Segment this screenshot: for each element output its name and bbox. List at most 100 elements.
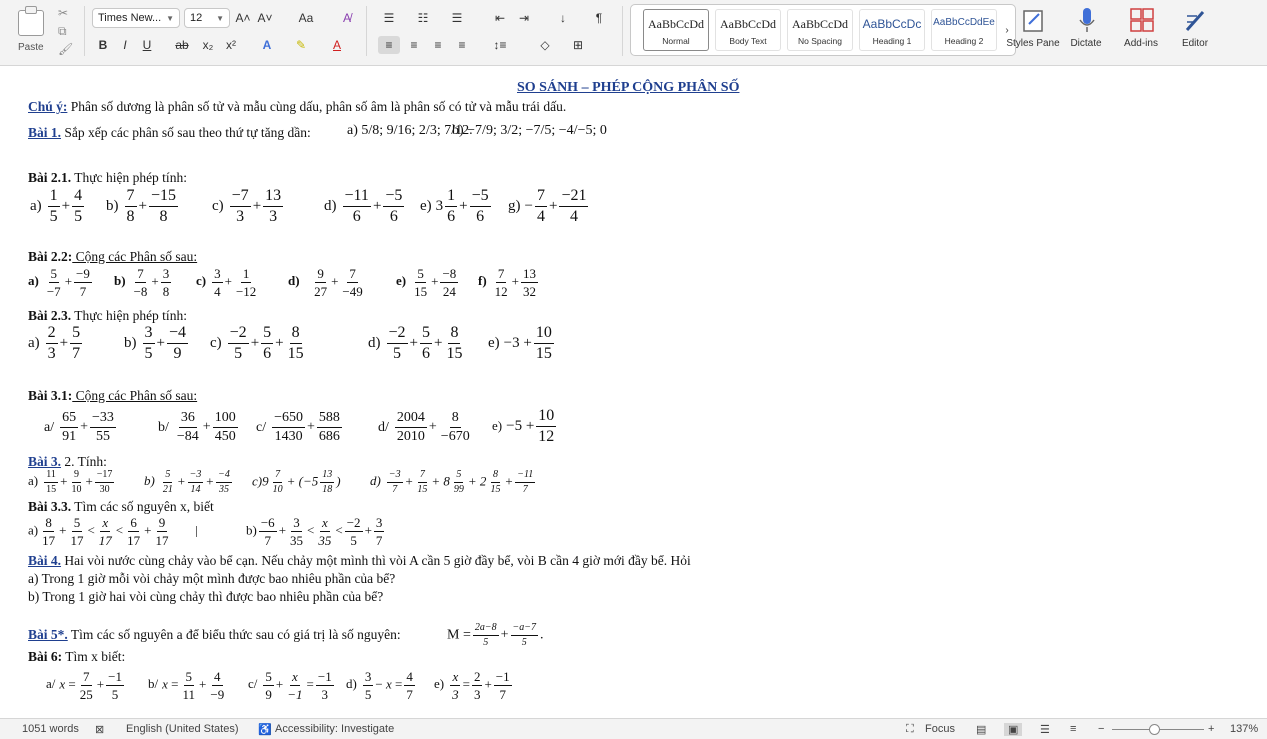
draft-view-icon[interactable]: ≡ <box>1070 723 1076 735</box>
align-center-icon[interactable]: ≡ <box>404 36 424 54</box>
item-label: e) <box>434 676 445 692</box>
item-label: d) <box>346 676 357 692</box>
change-case-button[interactable]: Aa <box>293 9 319 27</box>
styles-pane-label: Styles Pane <box>1006 38 1060 49</box>
web-layout-icon[interactable]: ▣ <box>1004 723 1023 736</box>
zoom-slider-handle[interactable] <box>1149 724 1161 735</box>
exercise-3-3: Bài 3.3. Tìm các số nguyên x, biết <box>28 499 214 515</box>
highlight-icon[interactable]: ✎ <box>290 36 312 54</box>
zoom-out-button[interactable]: − <box>1098 723 1104 735</box>
editor-label: Editor <box>1181 38 1209 49</box>
item-label: b) <box>144 473 155 489</box>
b5-expression: M = 2a−8 5 + −a−7 5. <box>447 622 544 648</box>
b6-b: b/x = 5 11 +4 −9 <box>148 669 225 702</box>
exercise-text: Tìm x biết: <box>62 649 126 664</box>
paste-label: Paste <box>18 42 44 53</box>
document-page[interactable]: SO SÁNH – PHÉP CỘNG PHÂN SỐ Chú ý: Phân … <box>0 66 1267 718</box>
style-name: Heading 2 <box>944 36 984 46</box>
exercise-text: Cộng các Phân số sau: <box>72 249 198 264</box>
clear-format-icon[interactable]: A̸ <box>338 9 356 27</box>
b33-a: a) 8 17 +5 17 < x 17 <6 17 +9 17 | <box>28 515 198 548</box>
borders-icon[interactable]: ⊞ <box>566 36 590 54</box>
exercise-text: Tìm các số nguyên a để biểu thức sau có … <box>67 627 401 642</box>
exercise-label: Bài 2.2: <box>28 249 73 264</box>
strikethrough-button[interactable]: ab <box>173 36 191 54</box>
exercise-3: Bài 3. 2. Tính: <box>28 454 107 470</box>
b3-a: a) 11 15 +9 10 + −17 30 <box>28 469 115 495</box>
style-heading-2[interactable]: AaBbCcDdEe Heading 2 <box>931 9 997 51</box>
bullets-icon[interactable]: ☰ <box>378 9 400 27</box>
styles-pane-button[interactable]: Styles Pane <box>1006 4 1060 62</box>
exercise-1: Bài 1. Sắp xếp các phân số sau theo thứ … <box>28 125 311 141</box>
style-heading-1[interactable]: AaBbCcDc Heading 1 <box>859 9 925 51</box>
multilevel-list-icon[interactable]: ☰ <box>446 9 468 27</box>
accessibility-status[interactable]: Accessibility: Investigate <box>275 723 394 735</box>
font-size-value: 12 <box>190 12 203 24</box>
grow-font-button[interactable]: A˄ <box>235 9 251 27</box>
b22-b: b) 7 −8 +3 8 <box>114 266 172 299</box>
b23-d: d) −2 5 +5 6 +8 15 <box>368 324 463 362</box>
item-label: b) <box>114 273 126 289</box>
dictate-button[interactable]: Dictate <box>1059 4 1113 62</box>
font-color-icon[interactable]: A <box>326 36 348 54</box>
b21-a: a) 1 5 +4 5 <box>30 187 85 225</box>
language-status[interactable]: English (United States) <box>126 723 239 735</box>
b22-a: a) 5 −7 + −9 7 <box>28 266 92 299</box>
b21-d: d) −11 6 + −5 6 <box>324 187 405 225</box>
line-spacing-icon[interactable]: ↕≡ <box>486 36 514 54</box>
b33-b: b) −6 7 +3 35 < x 35 < −2 5 +3 7 <box>246 515 385 548</box>
exercise-label: Bài 2.1. <box>28 170 72 185</box>
italic-button[interactable]: I <box>118 36 132 54</box>
zoom-level[interactable]: 137% <box>1230 723 1258 735</box>
b3-b: b) 5 21 + −3 14 + −4 35 <box>144 469 232 495</box>
show-marks-icon[interactable]: ¶ <box>592 9 606 27</box>
copy-icon[interactable]: ⧉ <box>58 24 67 39</box>
shrink-font-button[interactable]: A˅ <box>257 9 273 27</box>
shading-icon[interactable]: ◇ <box>534 36 556 54</box>
item-label: b) <box>106 197 119 214</box>
bold-button[interactable]: B <box>96 36 110 54</box>
b31-e: e) −5 +10 12 <box>492 407 557 445</box>
font-size-select[interactable]: 12 ▼ <box>184 8 230 28</box>
zoom-in-button[interactable]: + <box>1208 723 1214 735</box>
superscript-button[interactable]: x² <box>223 36 239 54</box>
editor-button[interactable]: Editor <box>1168 4 1222 62</box>
word-count[interactable]: 1051 words <box>22 723 79 735</box>
format-painter-icon[interactable]: 🖌 <box>58 42 73 56</box>
item-label: d) <box>324 197 337 214</box>
subscript-button[interactable]: x₂ <box>200 36 216 54</box>
note-text: Phân số dương là phân số tử và mẫu cùng … <box>67 99 567 114</box>
addins-button[interactable]: Add-ins <box>1114 4 1168 62</box>
exercise-label: Bài 3.3. <box>28 499 72 514</box>
item-label: c) <box>196 273 207 289</box>
exercise-label: Bài 5*. <box>28 627 68 642</box>
style-body-text[interactable]: AaBbCcDd Body Text <box>715 9 781 51</box>
exercise-text: Thực hiện phép tính: <box>71 308 187 323</box>
outline-view-icon[interactable]: ☰ <box>1040 723 1050 736</box>
justify-icon[interactable]: ≡ <box>452 36 472 54</box>
dictate-label: Dictate <box>1070 38 1102 49</box>
focus-button[interactable]: Focus <box>925 723 955 735</box>
item-label: b) <box>124 334 137 351</box>
b6-d: d) 3 5− x = 4 7 <box>346 669 415 702</box>
clipboard-icon <box>18 6 44 36</box>
item-label: b/ <box>148 676 159 692</box>
align-right-icon[interactable]: ≡ <box>428 36 448 54</box>
style-no-spacing[interactable]: AaBbCcDd No Spacing <box>787 9 853 51</box>
chevron-down-icon: ▼ <box>216 13 224 23</box>
print-layout-icon[interactable]: ▤ <box>976 723 986 736</box>
increase-indent-icon[interactable]: ⇥ <box>516 9 532 27</box>
font-name-select[interactable]: Times New... ▼ <box>92 8 180 28</box>
cut-icon[interactable]: ✂ <box>58 6 68 20</box>
item-label: c) <box>210 334 222 351</box>
align-left-icon[interactable]: ≡ <box>378 36 400 54</box>
exercise-text: Thực hiện phép tính: <box>71 170 187 185</box>
proofing-icon[interactable]: ⊠ <box>95 723 104 736</box>
text-effects-icon[interactable]: A <box>256 36 278 54</box>
sort-icon[interactable]: ↓ <box>554 9 572 27</box>
decrease-indent-icon[interactable]: ⇤ <box>492 9 508 27</box>
b23-b: b) 3 5 + −4 9 <box>124 324 188 362</box>
underline-button[interactable]: U <box>140 36 154 54</box>
style-normal[interactable]: AaBbCcDd Normal <box>643 9 709 51</box>
numbering-icon[interactable]: ☷ <box>412 9 434 27</box>
